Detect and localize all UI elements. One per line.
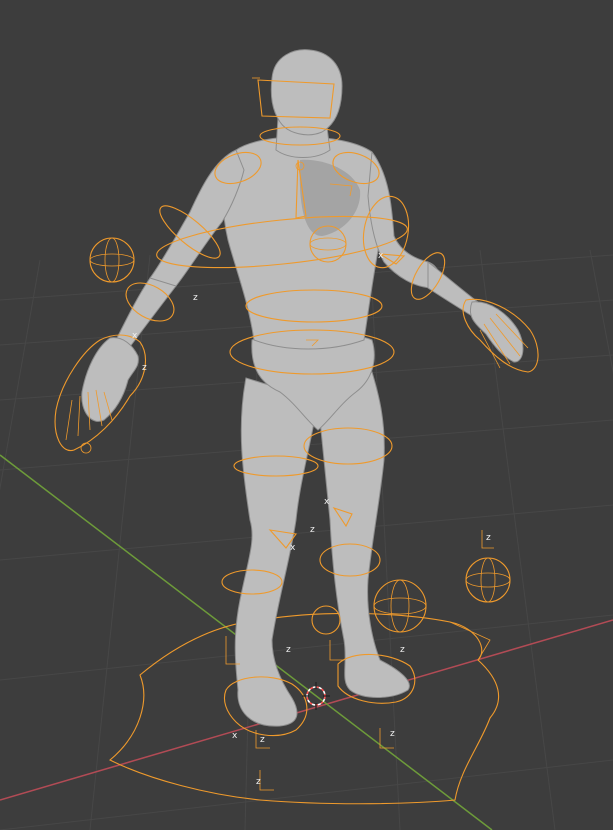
axis-label-x: x — [378, 251, 384, 261]
finger-l-tip-control — [80, 442, 92, 454]
foot-r-ik-control[interactable] — [373, 579, 427, 633]
arm-l-ik-ring-h — [89, 253, 135, 267]
leg-r-pole-ring-v — [480, 557, 496, 603]
axis-label-x: x — [324, 497, 330, 507]
mesh-right-leg — [317, 371, 410, 698]
viewport-scene[interactable]: z z x x z x x z z z z z z x — [0, 0, 613, 830]
axis-label-z: z — [390, 729, 395, 739]
axis-label-z: z — [256, 777, 261, 787]
mesh-left-hand — [81, 337, 139, 422]
axis-label-x: x — [290, 543, 296, 553]
axis-label-x: x — [132, 331, 138, 341]
foot-r-ik-ring-h — [373, 597, 427, 615]
axis-label-z: z — [310, 525, 315, 535]
arm-l-ik-control[interactable] — [89, 237, 135, 283]
3d-viewport[interactable]: z z x x z x x z z z z z z x — [0, 0, 613, 830]
arm-l-ik-ring-v — [104, 237, 120, 283]
axis-label-z: z — [260, 735, 265, 745]
axis-label-z: z — [142, 363, 147, 373]
foot-r-ik-ring-v — [390, 579, 410, 633]
axis-label-z: z — [400, 645, 405, 655]
foot-r-roll-gizmo — [329, 640, 344, 661]
root-gizmo — [259, 770, 274, 791]
axis-label-x: x — [232, 731, 238, 741]
mesh-left-leg — [234, 377, 319, 727]
mesh-head — [270, 49, 343, 136]
root-control-arrow — [449, 621, 491, 661]
axis-label-z: z — [486, 533, 491, 543]
mesh-right-hand — [470, 301, 524, 363]
axis-label-z: z — [193, 293, 198, 303]
axis-label-z: z — [286, 645, 291, 655]
leg-r-pole-control[interactable] — [465, 557, 511, 603]
leg-r-pole-ring-h — [465, 572, 511, 588]
root-control-bone[interactable] — [109, 612, 499, 805]
ankle-r-control[interactable] — [311, 605, 341, 635]
